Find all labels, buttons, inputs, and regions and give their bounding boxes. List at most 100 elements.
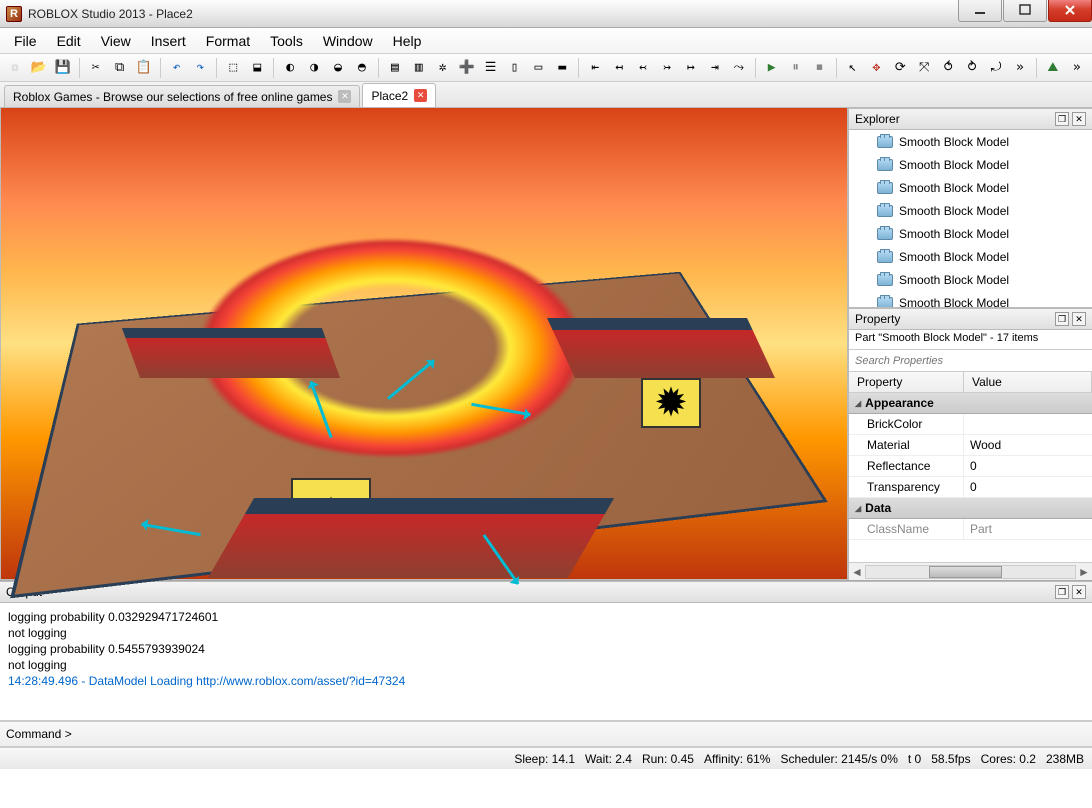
- overflow2-icon[interactable]: »: [1066, 57, 1088, 79]
- tree-item[interactable]: Smooth Block Model: [849, 130, 1092, 153]
- output-log[interactable]: logging probability 0.032929471724601not…: [0, 603, 1092, 721]
- search-properties-input[interactable]: [849, 350, 1092, 372]
- horizontal-scrollbar[interactable]: ◄ ►: [849, 562, 1092, 580]
- layout-c-icon[interactable]: ▬: [551, 57, 573, 79]
- close-icon[interactable]: ✕: [1072, 312, 1086, 326]
- menu-edit[interactable]: Edit: [47, 30, 91, 52]
- step-prev-icon[interactable]: ↤: [608, 57, 630, 79]
- tool-a-icon[interactable]: ◐: [279, 57, 301, 79]
- explorer-tree[interactable]: Smooth Block ModelSmooth Block ModelSmoo…: [849, 130, 1092, 308]
- overflow-icon[interactable]: »: [1009, 57, 1031, 79]
- scale-icon[interactable]: ⤧: [913, 57, 935, 79]
- property-row[interactable]: BrickColor: [849, 414, 1092, 435]
- scroll-track[interactable]: [865, 565, 1076, 579]
- panel-e-icon[interactable]: ☰: [480, 57, 502, 79]
- property-row[interactable]: MaterialWood: [849, 435, 1092, 456]
- tool-b-icon[interactable]: ◑: [303, 57, 325, 79]
- close-icon[interactable]: ✕: [338, 90, 351, 103]
- panel-header[interactable]: Output ❐ ✕: [0, 581, 1092, 603]
- menu-tools[interactable]: Tools: [260, 30, 313, 52]
- rotate-icon[interactable]: ⟳: [889, 57, 911, 79]
- panel-header[interactable]: Property ❐ ✕: [849, 308, 1092, 330]
- close-icon[interactable]: ✕: [1072, 585, 1086, 599]
- tree-item[interactable]: Smooth Block Model: [849, 176, 1092, 199]
- maximize-button[interactable]: [1003, 0, 1047, 22]
- paste-icon[interactable]: 📋: [133, 57, 155, 79]
- layout-b-icon[interactable]: ▭: [527, 57, 549, 79]
- panel-header[interactable]: Explorer ❐ ✕: [849, 108, 1092, 130]
- tree-item[interactable]: Smooth Block Model: [849, 222, 1092, 245]
- cursor-icon[interactable]: ↖: [842, 57, 864, 79]
- transform-c-icon[interactable]: ⤾: [985, 57, 1007, 79]
- tree-item[interactable]: Smooth Block Model: [849, 199, 1092, 222]
- undock-icon[interactable]: ❐: [1055, 312, 1069, 326]
- scroll-thumb[interactable]: [929, 566, 1002, 578]
- terrain-icon[interactable]: ⛰: [1042, 57, 1064, 79]
- close-button[interactable]: [1048, 0, 1092, 22]
- scroll-left-icon[interactable]: ◄: [849, 565, 865, 579]
- close-icon[interactable]: ✕: [414, 89, 427, 102]
- property-row[interactable]: Reflectance0: [849, 456, 1092, 477]
- minimize-button[interactable]: [958, 0, 1002, 22]
- tree-item[interactable]: Smooth Block Model: [849, 268, 1092, 291]
- property-row[interactable]: Transparency0: [849, 477, 1092, 498]
- undo-icon[interactable]: ↶: [166, 57, 188, 79]
- property-value[interactable]: Wood: [964, 435, 1092, 455]
- properties-grid[interactable]: AppearanceBrickColorMaterialWoodReflecta…: [849, 393, 1092, 562]
- transform-b-icon[interactable]: ⥁: [961, 57, 983, 79]
- open-file-icon[interactable]: 📂: [28, 57, 50, 79]
- cut-icon[interactable]: ✂: [85, 57, 107, 79]
- menu-help[interactable]: Help: [383, 30, 432, 52]
- property-value[interactable]: 0: [964, 477, 1092, 497]
- group-icon[interactable]: ⬚: [222, 57, 244, 79]
- panel-b-icon[interactable]: ▥: [408, 57, 430, 79]
- menu-window[interactable]: Window: [313, 30, 383, 52]
- tree-item-label: Smooth Block Model: [899, 227, 1009, 241]
- new-file-icon[interactable]: ▫: [4, 57, 26, 79]
- tree-item[interactable]: Smooth Block Model: [849, 153, 1092, 176]
- save-file-icon[interactable]: 💾: [52, 57, 74, 79]
- step-fwd-icon[interactable]: ⇥: [704, 57, 726, 79]
- menu-format[interactable]: Format: [196, 30, 260, 52]
- panel-c-icon[interactable]: ✲: [432, 57, 454, 79]
- command-input[interactable]: [76, 726, 1086, 743]
- menu-view[interactable]: View: [91, 30, 141, 52]
- undock-icon[interactable]: ❐: [1055, 112, 1069, 126]
- tool-c-icon[interactable]: ◒: [327, 57, 349, 79]
- panel-d-icon[interactable]: ➕: [456, 57, 478, 79]
- status-wait: Wait: 2.4: [585, 752, 632, 766]
- close-icon[interactable]: ✕: [1072, 112, 1086, 126]
- property-value[interactable]: Part: [964, 519, 1092, 539]
- ff-icon[interactable]: ↣: [656, 57, 678, 79]
- ungroup-icon[interactable]: ⬓: [246, 57, 268, 79]
- undock-icon[interactable]: ❐: [1055, 585, 1069, 599]
- tab-browser[interactable]: Roblox Games - Browse our selections of …: [4, 85, 360, 107]
- play-icon[interactable]: ▶: [761, 57, 783, 79]
- tree-item[interactable]: Smooth Block Model: [849, 291, 1092, 308]
- copy-icon[interactable]: ⧉: [109, 57, 131, 79]
- property-row[interactable]: ClassNamePart: [849, 519, 1092, 540]
- pause-icon[interactable]: ⏸: [785, 57, 807, 79]
- tab-place2[interactable]: Place2 ✕: [362, 83, 436, 107]
- rewind-icon[interactable]: ↢: [632, 57, 654, 79]
- viewport-3d[interactable]: [0, 108, 848, 580]
- menu-file[interactable]: File: [4, 30, 47, 52]
- stop-icon[interactable]: ⏹: [809, 57, 831, 79]
- transform-a-icon[interactable]: ⥀: [937, 57, 959, 79]
- step-back-icon[interactable]: ⇤: [584, 57, 606, 79]
- goto-icon[interactable]: ⤳: [728, 57, 750, 79]
- tree-item[interactable]: Smooth Block Model: [849, 245, 1092, 268]
- status-scheduler: Scheduler: 2145/s 0%: [780, 752, 897, 766]
- property-value[interactable]: [964, 414, 1092, 434]
- property-value[interactable]: 0: [964, 456, 1092, 476]
- menu-insert[interactable]: Insert: [141, 30, 196, 52]
- move-tool-icon[interactable]: ✥: [865, 57, 887, 79]
- layout-a-icon[interactable]: ▯: [504, 57, 526, 79]
- redo-icon[interactable]: ↷: [189, 57, 211, 79]
- property-category[interactable]: Data: [849, 498, 1092, 519]
- panel-a-icon[interactable]: ▤: [384, 57, 406, 79]
- property-category[interactable]: Appearance: [849, 393, 1092, 414]
- step-next-icon[interactable]: ↦: [680, 57, 702, 79]
- scroll-right-icon[interactable]: ►: [1076, 565, 1092, 579]
- tool-d-icon[interactable]: ◓: [351, 57, 373, 79]
